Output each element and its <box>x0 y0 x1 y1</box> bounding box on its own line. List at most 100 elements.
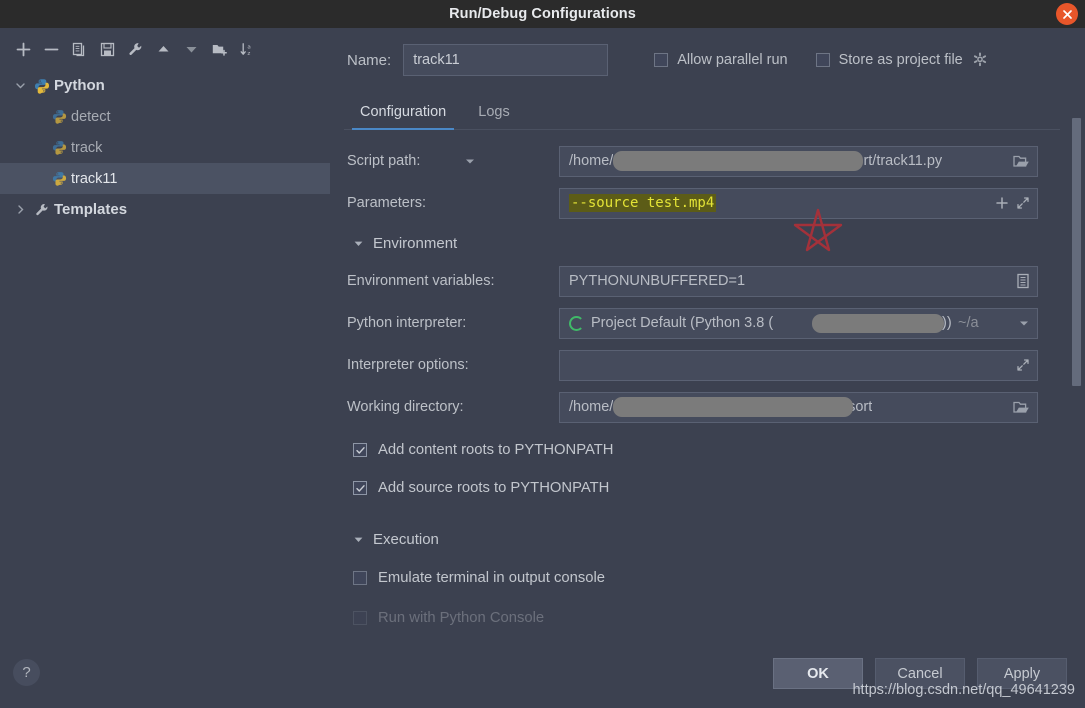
checkbox-box <box>353 481 367 495</box>
python-interpreter-label: Python interpreter: <box>347 315 467 331</box>
arrow-up-icon <box>155 41 172 58</box>
tree-node-templates[interactable]: Templates <box>0 194 330 225</box>
allow-parallel-run-checkbox[interactable]: Allow parallel run <box>654 52 788 68</box>
tree-node-label: track11 <box>71 170 118 187</box>
folder-icon[interactable] <box>1013 154 1030 169</box>
svg-text:z: z <box>247 50 250 56</box>
emulate-terminal-checkbox[interactable]: Emulate terminal in output console <box>330 562 1085 594</box>
cancel-button[interactable]: Cancel <box>875 658 965 689</box>
list-edit-icon[interactable] <box>1016 273 1030 289</box>
run-with-python-console-label: Run with Python Console <box>378 610 545 626</box>
name-input[interactable] <box>403 44 609 76</box>
wrench-icon <box>34 202 50 218</box>
script-path-row: Script path: /home/ epsort/track11.py <box>330 144 1085 178</box>
working-directory-field[interactable]: /home/ psort <box>559 391 1038 423</box>
add-source-roots-checkbox[interactable]: Add source roots to PYTHONPATH <box>330 472 1085 504</box>
sort-az-icon: a z <box>239 41 256 58</box>
move-up-button[interactable] <box>150 36 176 62</box>
gear-icon[interactable] <box>972 52 988 68</box>
configuration-form: Script path: /home/ epsort/track11.py Pa… <box>330 130 1085 634</box>
new-folder-button[interactable] <box>206 36 232 62</box>
arrow-down-icon <box>183 41 200 58</box>
chevron-down-icon[interactable] <box>464 155 476 167</box>
triangle-down-icon <box>353 534 364 545</box>
help-button[interactable]: ? <box>13 659 40 686</box>
tree-node-track11[interactable]: track11 <box>0 163 330 194</box>
apply-button[interactable]: Apply <box>977 658 1067 689</box>
scrollbar-thumb[interactable] <box>1072 118 1081 386</box>
tree-node-detect[interactable]: detect <box>0 101 330 132</box>
checkbox-box <box>654 53 669 67</box>
store-as-project-file-checkbox[interactable]: Store as project file <box>815 52 988 68</box>
python-icon <box>52 140 67 155</box>
checkbox-box <box>815 53 830 67</box>
name-label: Name: <box>347 51 392 69</box>
expand-icon[interactable] <box>1016 358 1030 372</box>
plus-icon <box>15 41 32 58</box>
working-directory-row: Working directory: /home/ psort <box>330 390 1085 424</box>
svg-text:a: a <box>247 44 250 50</box>
environment-section-header[interactable]: Environment <box>330 228 1085 258</box>
script-path-label: Script path: <box>347 153 421 169</box>
python-interpreter-value-tail: ~/a <box>958 315 979 331</box>
close-icon[interactable] <box>1056 3 1078 25</box>
add-content-roots-checkbox[interactable]: Add content roots to PYTHONPATH <box>330 434 1085 466</box>
python-icon <box>52 109 67 124</box>
interpreter-options-field[interactable] <box>559 349 1038 381</box>
add-configuration-button[interactable] <box>10 36 36 62</box>
chevron-right-icon[interactable] <box>10 204 30 215</box>
move-down-button[interactable] <box>178 36 204 62</box>
environment-variables-row: Environment variables: PYTHONUNBUFFERED=… <box>330 264 1085 298</box>
redaction-blob <box>812 313 944 333</box>
parameters-row: Parameters: --source test.mp4 <box>330 186 1085 220</box>
remove-configuration-button[interactable] <box>38 36 64 62</box>
folder-icon[interactable] <box>1013 400 1030 415</box>
emulate-terminal-label: Emulate terminal in output console <box>378 570 606 586</box>
top-checkboxes: Allow parallel run Store as project file <box>654 52 988 68</box>
footer-buttons: OK Cancel Apply <box>773 658 1067 689</box>
checkbox-box <box>353 443 367 457</box>
edit-templates-button[interactable] <box>122 36 148 62</box>
execution-section-header[interactable]: Execution <box>330 524 1085 554</box>
save-configuration-button[interactable] <box>94 36 120 62</box>
ok-button[interactable]: OK <box>773 658 863 689</box>
tree-node-python[interactable]: Python <box>0 70 330 101</box>
expand-icon[interactable] <box>1016 196 1030 210</box>
store-as-project-file-label: Store as project file <box>838 52 963 68</box>
tree-node-track[interactable]: track <box>0 132 330 163</box>
name-row: Name: Allow parallel run Store as projec… <box>330 28 1085 76</box>
configurations-tree: Python detect track track11 Templates <box>0 66 330 225</box>
environment-section-title: Environment <box>373 234 458 252</box>
python-interpreter-field[interactable]: Project Default (Python 3.8 ( )) ~/a <box>559 307 1038 339</box>
save-icon <box>99 41 116 58</box>
interpreter-options-row: Interpreter options: <box>330 348 1085 382</box>
parameters-field[interactable]: --source test.mp4 <box>559 187 1038 219</box>
script-path-value-prefix: /home/ <box>569 153 614 169</box>
tree-node-label: track <box>71 139 103 156</box>
configurations-toolbar: a z <box>0 28 330 66</box>
triangle-down-icon <box>353 238 364 249</box>
python-env-icon <box>569 315 584 331</box>
chevron-down-icon[interactable] <box>1018 317 1030 329</box>
sort-alphabetically-button[interactable]: a z <box>234 36 260 62</box>
editor-scrollbar[interactable] <box>1072 118 1081 676</box>
parameters-value: --source test.mp4 <box>569 194 717 212</box>
copy-icon <box>71 41 88 58</box>
plus-icon[interactable] <box>995 196 1009 210</box>
add-content-roots-label: Add content roots to PYTHONPATH <box>378 442 614 458</box>
environment-variables-field[interactable]: PYTHONUNBUFFERED=1 <box>559 265 1038 297</box>
working-directory-value-prefix: /home/ <box>569 399 614 415</box>
script-path-value-suffix: epsort/track11.py <box>832 153 943 169</box>
python-icon <box>34 78 50 94</box>
script-path-field[interactable]: /home/ epsort/track11.py <box>559 145 1038 177</box>
folder-add-icon <box>211 41 228 58</box>
chevron-down-icon[interactable] <box>10 80 30 91</box>
editor-tabs: Configuration Logs <box>344 94 1060 130</box>
allow-parallel-run-label: Allow parallel run <box>677 52 788 68</box>
working-directory-value-suffix: psort <box>840 399 873 415</box>
tree-node-label: detect <box>71 108 111 125</box>
tab-logs[interactable]: Logs <box>462 98 525 129</box>
tab-configuration[interactable]: Configuration <box>344 98 462 130</box>
run-with-python-console-checkbox[interactable]: Run with Python Console <box>330 602 1085 634</box>
copy-configuration-button[interactable] <box>66 36 92 62</box>
